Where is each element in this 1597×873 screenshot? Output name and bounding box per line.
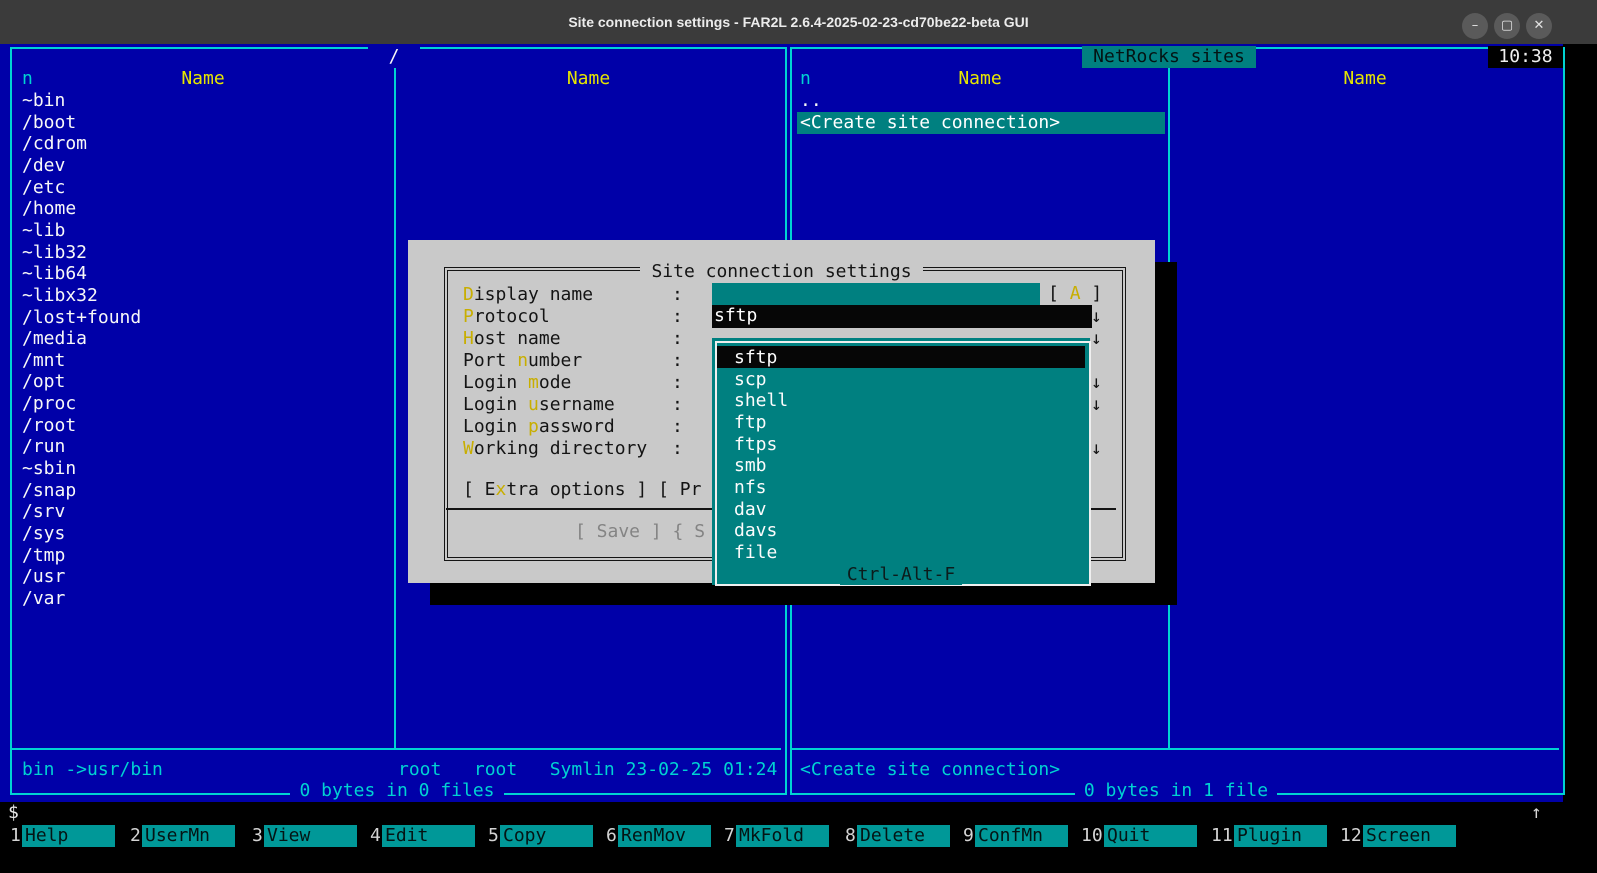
label-text: rotocol — [474, 306, 550, 327]
hotkey-letter: W — [463, 438, 474, 459]
dialog-field-colon: : — [672, 372, 683, 394]
label-text: ode — [539, 372, 572, 393]
label-text: Port — [463, 350, 517, 371]
dialog-field-colon: : — [672, 416, 683, 438]
fkey-number: 5 — [488, 825, 499, 847]
label-text: Login — [463, 416, 528, 437]
fkey-number: 9 — [963, 825, 974, 847]
protocol-option-scp[interactable]: scp — [734, 369, 767, 391]
fkey-confmn[interactable]: ConfMn — [975, 825, 1068, 847]
history-arrow-icon[interactable]: ↓ — [1091, 394, 1102, 416]
fkey-edit[interactable]: Edit — [382, 825, 475, 847]
hotkey-letter: m — [528, 372, 539, 393]
far2l-window: Site connection settings - FAR2L 2.6.4-2… — [0, 0, 1597, 873]
protocol-combo-field[interactable]: sftp — [712, 305, 1092, 328]
protocol-dropdown: sftpscpshellftpftpssmbnfsdavdavsfile Ctr… — [712, 338, 1090, 585]
dropdown-option-list: sftpscpshellftpftpssmbnfsdavdavsfile — [712, 338, 1090, 585]
protocol-option-shell[interactable]: shell — [734, 390, 788, 412]
hotkey-letter: p — [528, 416, 539, 437]
history-arrow-icon[interactable]: ↓ — [1091, 306, 1102, 328]
fkey-help[interactable]: Help — [22, 825, 115, 847]
display-name-history-button[interactable]: [ A ] — [1048, 283, 1102, 305]
dialog-field-colon: : — [672, 328, 683, 350]
display-name-input[interactable] — [712, 283, 1040, 305]
label-text: orking directory — [474, 438, 647, 459]
fkey-number: 10 — [1081, 825, 1103, 847]
dialog-field-colon: : — [672, 284, 683, 306]
dialog-field-label: Host name — [463, 328, 561, 350]
label-text: Login — [463, 394, 528, 415]
fkey-number: 4 — [370, 825, 381, 847]
dialog-field-label: Login mode — [463, 372, 571, 394]
label-text: ost name — [474, 328, 561, 349]
label-text: isplay name — [474, 284, 593, 305]
hotkey-letter: x — [496, 479, 507, 500]
hotkey-letter: n — [517, 350, 528, 371]
fkey-number: 1 — [10, 825, 21, 847]
hotkey-letter: D — [463, 284, 474, 305]
dialog-field-colon: : — [672, 306, 683, 328]
fkey-copy[interactable]: Copy — [500, 825, 593, 847]
save-button[interactable]: [ Save ] { S — [575, 521, 705, 543]
hotkey-letter: H — [463, 328, 474, 349]
dialog-field-label: Working directory — [463, 438, 647, 460]
fkey-mkfold[interactable]: MkFold — [736, 825, 829, 847]
dialog-field-label: Protocol — [463, 306, 550, 328]
label-text: tra options ] [ Pr — [506, 479, 701, 500]
protocol-option-ftp[interactable]: ftp — [734, 412, 767, 434]
fkey-number: 11 — [1211, 825, 1233, 847]
fkey-screen[interactable]: Screen — [1363, 825, 1456, 847]
hotkey-letter: A — [1070, 283, 1081, 304]
dialog-field-label: Port number — [463, 350, 582, 372]
fkey-view[interactable]: View — [264, 825, 357, 847]
fkey-number: 6 — [606, 825, 617, 847]
label-text: ] — [1081, 283, 1103, 304]
protocol-option-file[interactable]: file — [734, 542, 777, 564]
fkey-renmov[interactable]: RenMov — [618, 825, 711, 847]
dialog-field-label: Login username — [463, 394, 615, 416]
hotkey-letter: u — [528, 394, 539, 415]
label-text: [ E — [463, 479, 496, 500]
extra-options-button[interactable]: [ Extra options ] [ Pr — [463, 479, 701, 501]
protocol-option-dav[interactable]: dav — [734, 499, 767, 521]
label-text: umber — [528, 350, 582, 371]
protocol-option-sftp[interactable]: sftp — [734, 347, 777, 369]
fkey-number: 2 — [130, 825, 141, 847]
dropdown-footer: Ctrl-Alt-F — [712, 564, 1090, 586]
fkey-number: 3 — [252, 825, 263, 847]
label-text: sername — [539, 394, 615, 415]
fkey-number: 12 — [1340, 825, 1362, 847]
hotkey-letter: P — [463, 306, 474, 327]
dialog-field-colon: : — [672, 350, 683, 372]
fkey-number: 7 — [724, 825, 735, 847]
history-arrow-icon[interactable]: ↓ — [1091, 438, 1102, 460]
protocol-option-smb[interactable]: smb — [734, 455, 767, 477]
label-text: [ — [1048, 283, 1070, 304]
fkey-usermn[interactable]: UserMn — [142, 825, 235, 847]
dialog-field-colon: : — [672, 438, 683, 460]
protocol-option-nfs[interactable]: nfs — [734, 477, 767, 499]
fkey-quit[interactable]: Quit — [1104, 825, 1197, 847]
label-text: Login — [463, 372, 528, 393]
history-arrow-icon[interactable]: ↓ — [1091, 328, 1102, 350]
label-text: assword — [539, 416, 615, 437]
fkey-plugin[interactable]: Plugin — [1234, 825, 1327, 847]
dialog-field-label: Login password — [463, 416, 615, 438]
fkey-number: 8 — [845, 825, 856, 847]
protocol-option-ftps[interactable]: ftps — [734, 434, 777, 456]
dialog-field-colon: : — [672, 394, 683, 416]
history-arrow-icon[interactable]: ↓ — [1091, 372, 1102, 394]
dialog-field-label: Display name — [463, 284, 593, 306]
fkey-delete[interactable]: Delete — [857, 825, 950, 847]
protocol-option-davs[interactable]: davs — [734, 520, 777, 542]
